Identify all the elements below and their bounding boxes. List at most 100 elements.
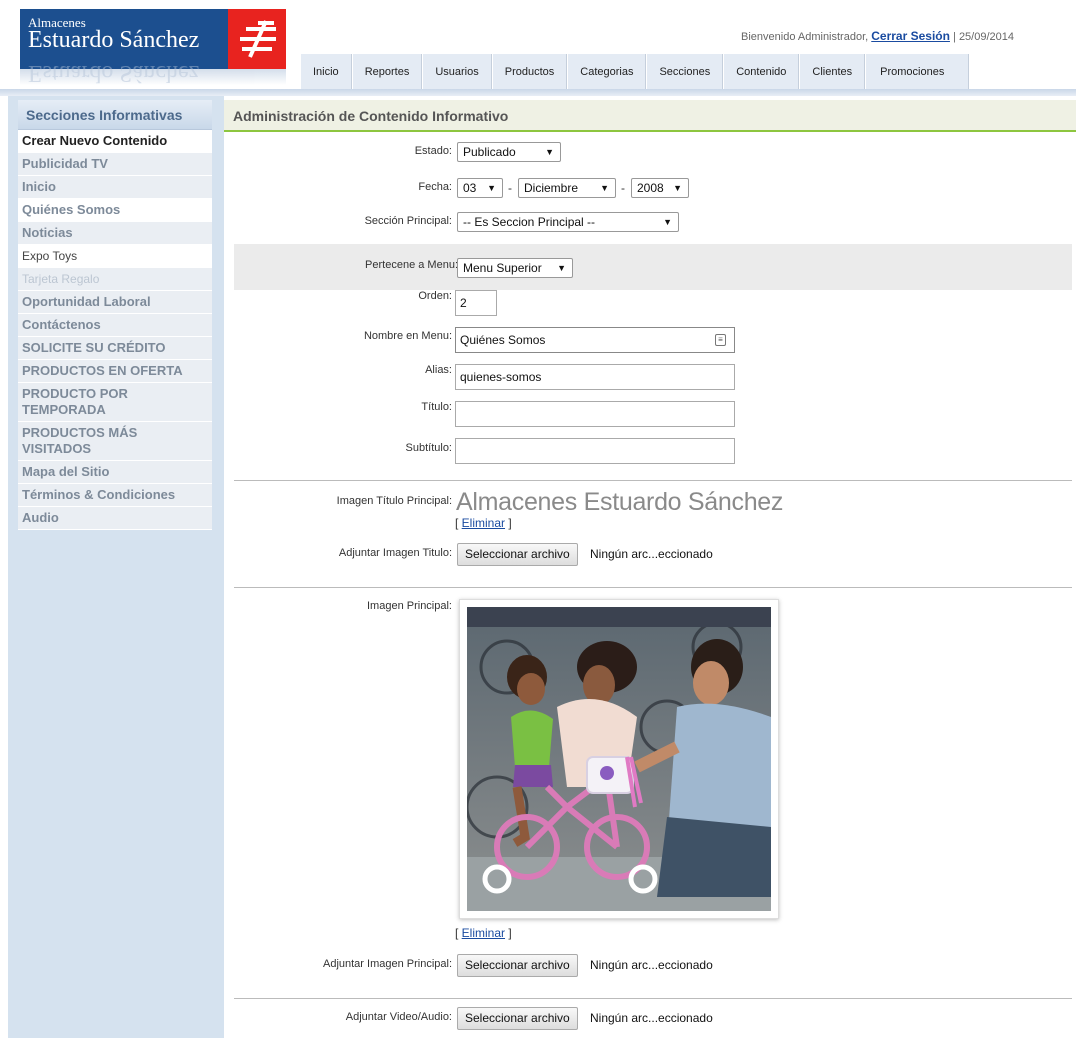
sidebar-item-expo-toys[interactable]: Expo Toys — [18, 245, 212, 268]
menu-select[interactable]: Menu Superior ▼ — [457, 258, 573, 278]
imagen-titulo-label: Imagen Título Principal: — [336, 495, 452, 507]
file-status-principal: Ningún arc...eccionado — [590, 958, 713, 972]
adjuntar-principal-row: Adjuntar Imagen Principal: Seleccionar a… — [224, 954, 1076, 978]
sidebar-title: Secciones Informativas — [18, 100, 212, 130]
seccion-row: Sección Principal: -- Es Seccion Princip… — [224, 212, 1076, 236]
imagen-titulo-row: Imagen Título Principal: Almacenes Estua… — [224, 488, 1076, 534]
seleccionar-archivo-video-button[interactable]: Seleccionar archivo — [457, 1007, 578, 1030]
fecha-separator: - — [621, 181, 625, 195]
logo-line2: Estuardo Sánchez — [28, 27, 200, 53]
adjuntar-titulo-row: Adjuntar Imagen Titulo: Seleccionar arch… — [224, 543, 1076, 567]
sidebar-item-mapa-del-sitio[interactable]: Mapa del Sitio — [18, 461, 212, 484]
subtitulo-row: Subtítulo: — [224, 438, 1076, 464]
logout-link[interactable]: Cerrar Sesión — [871, 29, 950, 43]
sidebar-item-productos-mas-visitados[interactable]: PRODUCTOS MÁS VISITADOS — [18, 422, 212, 461]
section-divider — [234, 998, 1072, 999]
welcome-text: Bienvenido Administrador, — [741, 31, 869, 43]
titulo-input[interactable] — [455, 401, 735, 427]
imagen-titulo-delete: [ Eliminar ] — [455, 516, 512, 530]
section-divider — [234, 587, 1072, 588]
estado-select[interactable]: Publicado ▼ — [457, 142, 561, 162]
adjuntar-principal-label: Adjuntar Imagen Principal: — [322, 958, 452, 970]
sidebar-item-quienes-somos[interactable]: Quiénes Somos — [18, 199, 212, 222]
adjuntar-video-label: Adjuntar Video/Audio: — [345, 1011, 452, 1023]
titulo-label: Título: — [421, 401, 452, 413]
nav-tab-contenido[interactable]: Contenido — [723, 54, 800, 90]
top-navigation: Inicio Reportes Usuarios Productos Categ… — [300, 54, 970, 90]
sidebar-item-crear-nuevo-contenido[interactable]: Crear Nuevo Contenido — [18, 130, 212, 153]
nombre-row: Nombre en Menu: Quiénes Somos ≡ — [224, 327, 1076, 353]
sidebar-item-producto-por-temporada[interactable]: PRODUCTO POR TEMPORADA — [18, 383, 212, 422]
sidebar-item-oportunidad-laboral[interactable]: Oportunidad Laboral — [18, 291, 212, 314]
imagen-principal-photo — [459, 599, 779, 919]
sidebar-item-noticias[interactable]: Noticias — [18, 222, 212, 245]
seccion-principal-select[interactable]: -- Es Seccion Principal -- ▼ — [457, 212, 679, 232]
subtitulo-label: Subtítulo: — [405, 442, 452, 454]
sidebar-item-terminos-condiciones[interactable]: Términos & Condiciones — [18, 484, 212, 507]
nav-tab-secciones[interactable]: Secciones — [646, 54, 724, 90]
sidebar: Secciones Informativas Crear Nuevo Conte… — [8, 96, 224, 1038]
fecha-year-select[interactable]: 2008 ▼ — [631, 178, 689, 198]
chevron-down-icon: ▼ — [557, 263, 566, 273]
chevron-down-icon: ▼ — [673, 183, 682, 193]
orden-label: Orden: — [418, 290, 452, 302]
adjuntar-titulo-label: Adjuntar Imagen Titulo: — [338, 547, 452, 559]
sidebar-item-tarjeta-regalo[interactable]: Tarjeta Regalo — [18, 268, 212, 291]
orden-input[interactable]: 2 — [455, 290, 497, 316]
alias-input[interactable]: quienes-somos — [455, 364, 735, 390]
imagen-titulo-preview: Almacenes Estuardo Sánchez — [456, 488, 784, 516]
autofill-icon[interactable]: ≡ — [715, 334, 726, 346]
sidebar-item-inicio[interactable]: Inicio — [18, 176, 212, 199]
fecha-row: Fecha: 03 ▼ - Diciembre ▼ - 2008 ▼ — [224, 178, 1076, 202]
subtitulo-input[interactable] — [455, 438, 735, 464]
sidebar-item-productos-en-oferta[interactable]: PRODUCTOS EN OFERTA — [18, 360, 212, 383]
titulo-row: Título: — [224, 401, 1076, 427]
current-date: 25/09/2014 — [958, 31, 1014, 43]
nombre-label: Nombre en Menu: — [363, 330, 452, 342]
imagen-principal-label: Imagen Principal: — [367, 600, 452, 612]
fecha-separator: - — [508, 181, 512, 195]
header-divider — [0, 89, 1076, 96]
alias-row: Alias: quienes-somos — [224, 364, 1076, 390]
nav-tab-reportes[interactable]: Reportes — [351, 54, 423, 90]
menu-row: Pertecene a Menu: Menu Superior ▼ — [234, 244, 1072, 290]
nav-tab-clientes[interactable]: Clientes — [799, 54, 866, 90]
seleccionar-archivo-titulo-button[interactable]: Seleccionar archivo — [457, 543, 578, 566]
page-title: Administración de Contenido Informativo — [224, 100, 1076, 132]
seccion-label: Sección Principal: — [364, 215, 452, 227]
eliminar-imagen-titulo-link[interactable]: Eliminar — [462, 516, 505, 530]
logo-mark-icon — [228, 9, 286, 69]
user-bar: Bienvenido Administrador, Cerrar Sesión … — [741, 29, 1014, 43]
nav-tab-usuarios[interactable]: Usuarios — [422, 54, 492, 90]
userbar-separator: | — [953, 31, 956, 43]
main-content: Administración de Contenido Informativo … — [224, 96, 1076, 1030]
chevron-down-icon: ▼ — [545, 147, 554, 157]
estado-label: Estado: — [414, 145, 452, 157]
sidebar-list: Crear Nuevo Contenido Publicidad TV Inic… — [18, 130, 212, 530]
header: Almacenes Estuardo Sánchez Estuardo Sánc… — [0, 0, 1076, 96]
alias-label: Alias: — [425, 364, 452, 376]
section-divider — [234, 480, 1072, 481]
imagen-principal-delete: [ Eliminar ] — [455, 926, 512, 940]
sidebar-item-publicidad-tv[interactable]: Publicidad TV — [18, 153, 212, 176]
sidebar-item-solicite-su-credito[interactable]: SOLICITE SU CRÉDITO — [18, 337, 212, 360]
adjuntar-video-row: Adjuntar Video/Audio: Seleccionar archiv… — [224, 1007, 1076, 1031]
sidebar-item-audio[interactable]: Audio — [18, 507, 212, 530]
family-bicycle-photo — [465, 607, 771, 911]
file-status-titulo: Ningún arc...eccionado — [590, 547, 713, 561]
nav-tab-productos[interactable]: Productos — [491, 54, 568, 90]
fecha-month-select[interactable]: Diciembre ▼ — [518, 178, 616, 198]
logo-reflection: Estuardo Sánchez — [20, 60, 286, 86]
eliminar-imagen-principal-link[interactable]: Eliminar — [462, 926, 505, 940]
menu-label: Pertecene a Menu: — [365, 259, 458, 271]
fecha-day-select[interactable]: 03 ▼ — [457, 178, 503, 198]
nombre-en-menu-input[interactable]: Quiénes Somos ≡ — [455, 327, 735, 353]
nav-tab-promociones[interactable]: Promociones — [865, 54, 970, 90]
seleccionar-archivo-principal-button[interactable]: Seleccionar archivo — [457, 954, 578, 977]
chevron-down-icon: ▼ — [663, 217, 672, 227]
nav-tab-categorias[interactable]: Categorias — [567, 54, 647, 90]
chevron-down-icon: ▼ — [487, 183, 496, 193]
sidebar-item-contactenos[interactable]: Contáctenos — [18, 314, 212, 337]
nav-tab-inicio[interactable]: Inicio — [300, 54, 352, 90]
estado-row: Estado: Publicado ▼ — [224, 142, 1076, 166]
